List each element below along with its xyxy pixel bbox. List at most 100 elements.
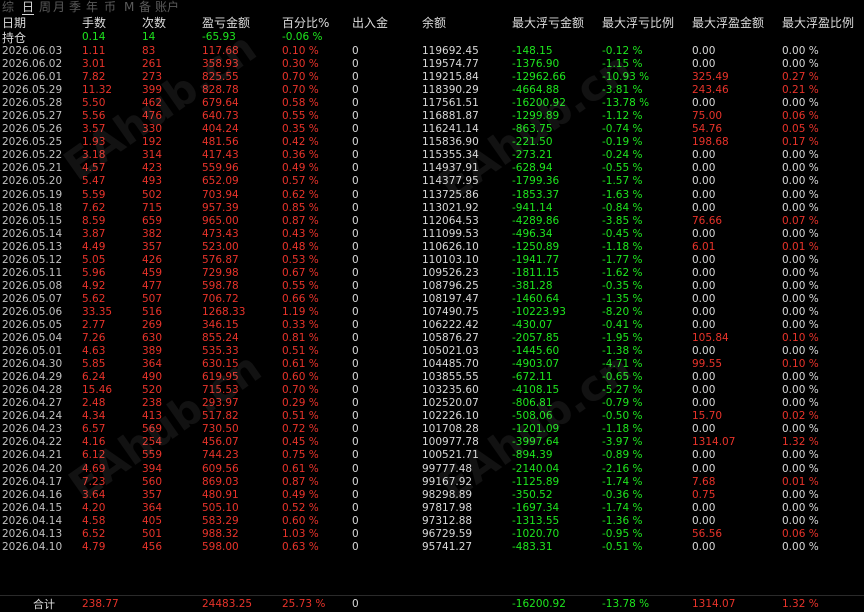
tab-account[interactable]: 账户 xyxy=(155,0,179,14)
cell-date: 2026.05.06 xyxy=(2,305,63,318)
table-row[interactable]: 2026.05.04 7.26 630 855.24 0.81 % 0 105876.27 -… xyxy=(0,332,864,345)
cell-pct: 0.36 % xyxy=(282,149,319,162)
column-header-pnl[interactable]: 盈亏金额 xyxy=(202,16,250,31)
table-row[interactable]: 2026.05.11 5.96 459 729.98 0.67 % 0 109526.23 -… xyxy=(0,267,864,280)
cell-max-drawdown-pct: -0.35 % xyxy=(602,279,643,292)
cell-pct: 0.81 % xyxy=(282,332,319,345)
table-row[interactable]: 2026.04.13 6.52 501 988.32 1.03 % 0 96729.59 -1… xyxy=(0,528,864,541)
column-header-cash[interactable]: 出入金 xyxy=(352,16,388,31)
cell-max-drawdown-pct: -1.77 % xyxy=(602,253,643,266)
table-row[interactable]: 2026.05.14 3.87 382 473.43 0.43 % 0 111099.53 -… xyxy=(0,228,864,241)
table-row[interactable]: 2026.04.21 6.12 559 744.23 0.75 % 0 100521.71 -… xyxy=(0,449,864,462)
table-row[interactable]: 2026.05.05 2.77 269 346.15 0.33 % 0 106222.42 -… xyxy=(0,319,864,332)
cell-count: 502 xyxy=(142,188,163,201)
cell-cash: 0 xyxy=(352,384,359,397)
column-header-max-floating-profit-pct[interactable]: 最大浮盈比例 xyxy=(782,16,854,31)
cell-lots: 5.59 xyxy=(82,188,106,201)
table-row[interactable]: 2026.04.16 3.64 357 480.91 0.49 % 0 98298.89 -3… xyxy=(0,489,864,502)
cell-max-drawdown: -273.21 xyxy=(512,149,553,162)
table-row[interactable]: 2026.05.19 5.59 502 703.94 0.62 % 0 113725.86 -… xyxy=(0,189,864,202)
column-header-max-drawdown-pct[interactable]: 最大浮亏比例 xyxy=(602,16,674,31)
cell-lots: 3.01 xyxy=(82,58,106,71)
cell-pnl: 703.94 xyxy=(202,188,239,201)
cell-lots: 5.05 xyxy=(82,253,106,266)
cell-pct: 0.62 % xyxy=(282,188,319,201)
cell-count: 459 xyxy=(142,266,163,279)
cell-date: 2026.06.02 xyxy=(2,58,63,71)
column-header-date[interactable]: 日期 xyxy=(2,16,26,31)
table-row[interactable]: 2026.05.06 33.35 516 1268.33 1.19 % 0 107490.7… xyxy=(0,306,864,319)
cell-max-floating-profit: 0.00 xyxy=(692,371,716,384)
cell-count: 477 xyxy=(142,279,163,292)
column-header-balance[interactable]: 余额 xyxy=(422,16,446,31)
tab-summary[interactable]: 综 xyxy=(2,0,14,14)
table-row[interactable]: 2026.06.02 3.01 261 358.93 0.30 % 0 119574.77 -… xyxy=(0,58,864,71)
column-header-pct[interactable]: 百分比% xyxy=(282,16,329,31)
tab-yearly[interactable]: 年 xyxy=(86,0,98,14)
table-row[interactable]: 2026.05.08 4.92 477 598.78 0.55 % 0 108796.25 -… xyxy=(0,280,864,293)
table-row[interactable]: 2026.05.26 3.57 330 404.24 0.35 % 0 116241.14 -… xyxy=(0,123,864,136)
tab-monthly[interactable]: 月 xyxy=(53,0,65,14)
table-row[interactable]: 2026.04.14 4.58 405 583.29 0.60 % 0 97312.88 -1… xyxy=(0,515,864,528)
table-row[interactable]: 2026.05.01 4.63 389 535.33 0.51 % 0 105021.03 -… xyxy=(0,345,864,358)
column-header-lots[interactable]: 手数 xyxy=(82,16,106,31)
cell-lots: 8.59 xyxy=(82,214,106,227)
table-row[interactable]: 2026.04.27 2.48 238 293.97 0.29 % 0 102520.07 -… xyxy=(0,397,864,410)
cell-pct: 0.61 % xyxy=(282,358,319,371)
table-row[interactable]: 2026.05.12 5.05 426 576.87 0.53 % 0 110103.10 -… xyxy=(0,254,864,267)
cell-max-floating-profit-pct: 0.00 % xyxy=(782,540,819,553)
tab-currency[interactable]: 币 xyxy=(104,0,116,14)
table-row[interactable]: 2026.04.17 7.23 560 869.03 0.87 % 0 99167.92 -1… xyxy=(0,476,864,489)
table-row[interactable]: 2026.04.15 4.20 364 505.10 0.52 % 0 97817.98 -1… xyxy=(0,502,864,515)
table-row[interactable]: 2026.04.28 15.46 520 715.53 0.70 % 0 103235.60… xyxy=(0,384,864,397)
cell-max-floating-profit: 0.00 xyxy=(692,149,716,162)
tab-magic[interactable]: M xyxy=(124,0,134,14)
table-row[interactable]: 2026.05.13 4.49 357 523.00 0.48 % 0 110626.10 -… xyxy=(0,241,864,254)
table-row[interactable]: 2026.04.23 6.57 569 730.50 0.72 % 0 101708.28 -… xyxy=(0,423,864,436)
tab-notes[interactable]: 备 xyxy=(139,0,151,14)
table-row[interactable]: 2026.04.22 4.16 254 456.07 0.45 % 0 100977.78 -… xyxy=(0,436,864,449)
cell-max-drawdown: -16200.92 xyxy=(512,97,566,110)
column-header-max-floating-profit[interactable]: 最大浮盈金额 xyxy=(692,16,764,31)
cell-max-drawdown-pct: -0.74 % xyxy=(602,123,643,136)
cell-max-drawdown-pct: -1.74 % xyxy=(602,475,643,488)
table-row[interactable]: 2026.06.01 7.82 273 825.55 0.70 % 0 119215.84 -… xyxy=(0,71,864,84)
cell-max-drawdown: -12962.66 xyxy=(512,71,566,84)
table-row[interactable]: 2026.05.22 3.18 314 417.43 0.36 % 0 115355.34 -… xyxy=(0,149,864,162)
cell-cash: 0 xyxy=(352,110,359,123)
table-row[interactable]: 2026.05.21 4.57 423 559.96 0.49 % 0 114937.91 -… xyxy=(0,162,864,175)
table-row[interactable]: 2026.05.25 1.93 192 481.56 0.42 % 0 115836.90 -… xyxy=(0,136,864,149)
tab-quarterly[interactable]: 季 xyxy=(69,0,81,14)
holding-row[interactable]: 持仓 0.14 14 -65.93 -0.06 % xyxy=(0,31,864,45)
cell-count: 560 xyxy=(142,475,163,488)
cell-count: 476 xyxy=(142,110,163,123)
cell-pnl: 825.55 xyxy=(202,71,239,84)
table-row[interactable]: 2026.05.28 5.50 462 679.64 0.58 % 0 117561.51 -… xyxy=(0,97,864,110)
cell-date: 2026.04.20 xyxy=(2,462,63,475)
table-row[interactable]: 2026.04.10 4.79 456 598.00 0.63 % 0 95741.27 -4… xyxy=(0,541,864,554)
total-max-floating-profit: 1314.07 xyxy=(692,598,736,610)
table-row[interactable]: 2026.05.27 5.56 476 640.73 0.55 % 0 116881.87 -… xyxy=(0,110,864,123)
cell-date: 2026.04.27 xyxy=(2,397,63,410)
cell-max-drawdown: -1445.60 xyxy=(512,345,560,358)
cell-lots: 7.23 xyxy=(82,475,106,488)
column-header-count[interactable]: 次数 xyxy=(142,16,166,31)
table-row[interactable]: 2026.05.07 5.62 507 706.72 0.66 % 0 108197.47 -… xyxy=(0,293,864,306)
cell-cash: 0 xyxy=(352,358,359,371)
cell-max-floating-profit: 0.00 xyxy=(692,449,716,462)
tab-weekly[interactable]: 周 xyxy=(39,0,51,14)
cell-max-floating-profit-pct: 0.00 % xyxy=(782,488,819,501)
table-row[interactable]: 2026.05.20 5.47 493 652.09 0.57 % 0 114377.95 -… xyxy=(0,175,864,188)
column-header-max-drawdown[interactable]: 最大浮亏金额 xyxy=(512,16,584,31)
cell-balance: 103235.60 xyxy=(422,384,479,397)
tab-daily[interactable]: 日 xyxy=(22,0,35,15)
table-row[interactable]: 2026.04.24 4.34 413 517.82 0.51 % 0 102226.10 -… xyxy=(0,410,864,423)
table-row[interactable]: 2026.06.03 1.11 83 117.68 0.10 % 0 119692.45 -1… xyxy=(0,45,864,58)
table-row[interactable]: 2026.04.20 4.69 394 609.56 0.61 % 0 99777.48 -2… xyxy=(0,463,864,476)
table-row[interactable]: 2026.04.29 6.24 490 619.95 0.60 % 0 103855.55 -… xyxy=(0,371,864,384)
table-row[interactable]: 2026.05.29 11.32 399 828.78 0.70 % 0 118390.29… xyxy=(0,84,864,97)
table-row[interactable]: 2026.05.18 7.62 715 957.39 0.85 % 0 113021.92 -… xyxy=(0,202,864,215)
total-max-floating-profit-pct: 1.32 % xyxy=(782,598,819,610)
table-row[interactable]: 2026.05.15 8.59 659 965.00 0.87 % 0 112064.53 -… xyxy=(0,215,864,228)
table-row[interactable]: 2026.04.30 5.85 364 630.15 0.61 % 0 104485.70 -… xyxy=(0,358,864,371)
